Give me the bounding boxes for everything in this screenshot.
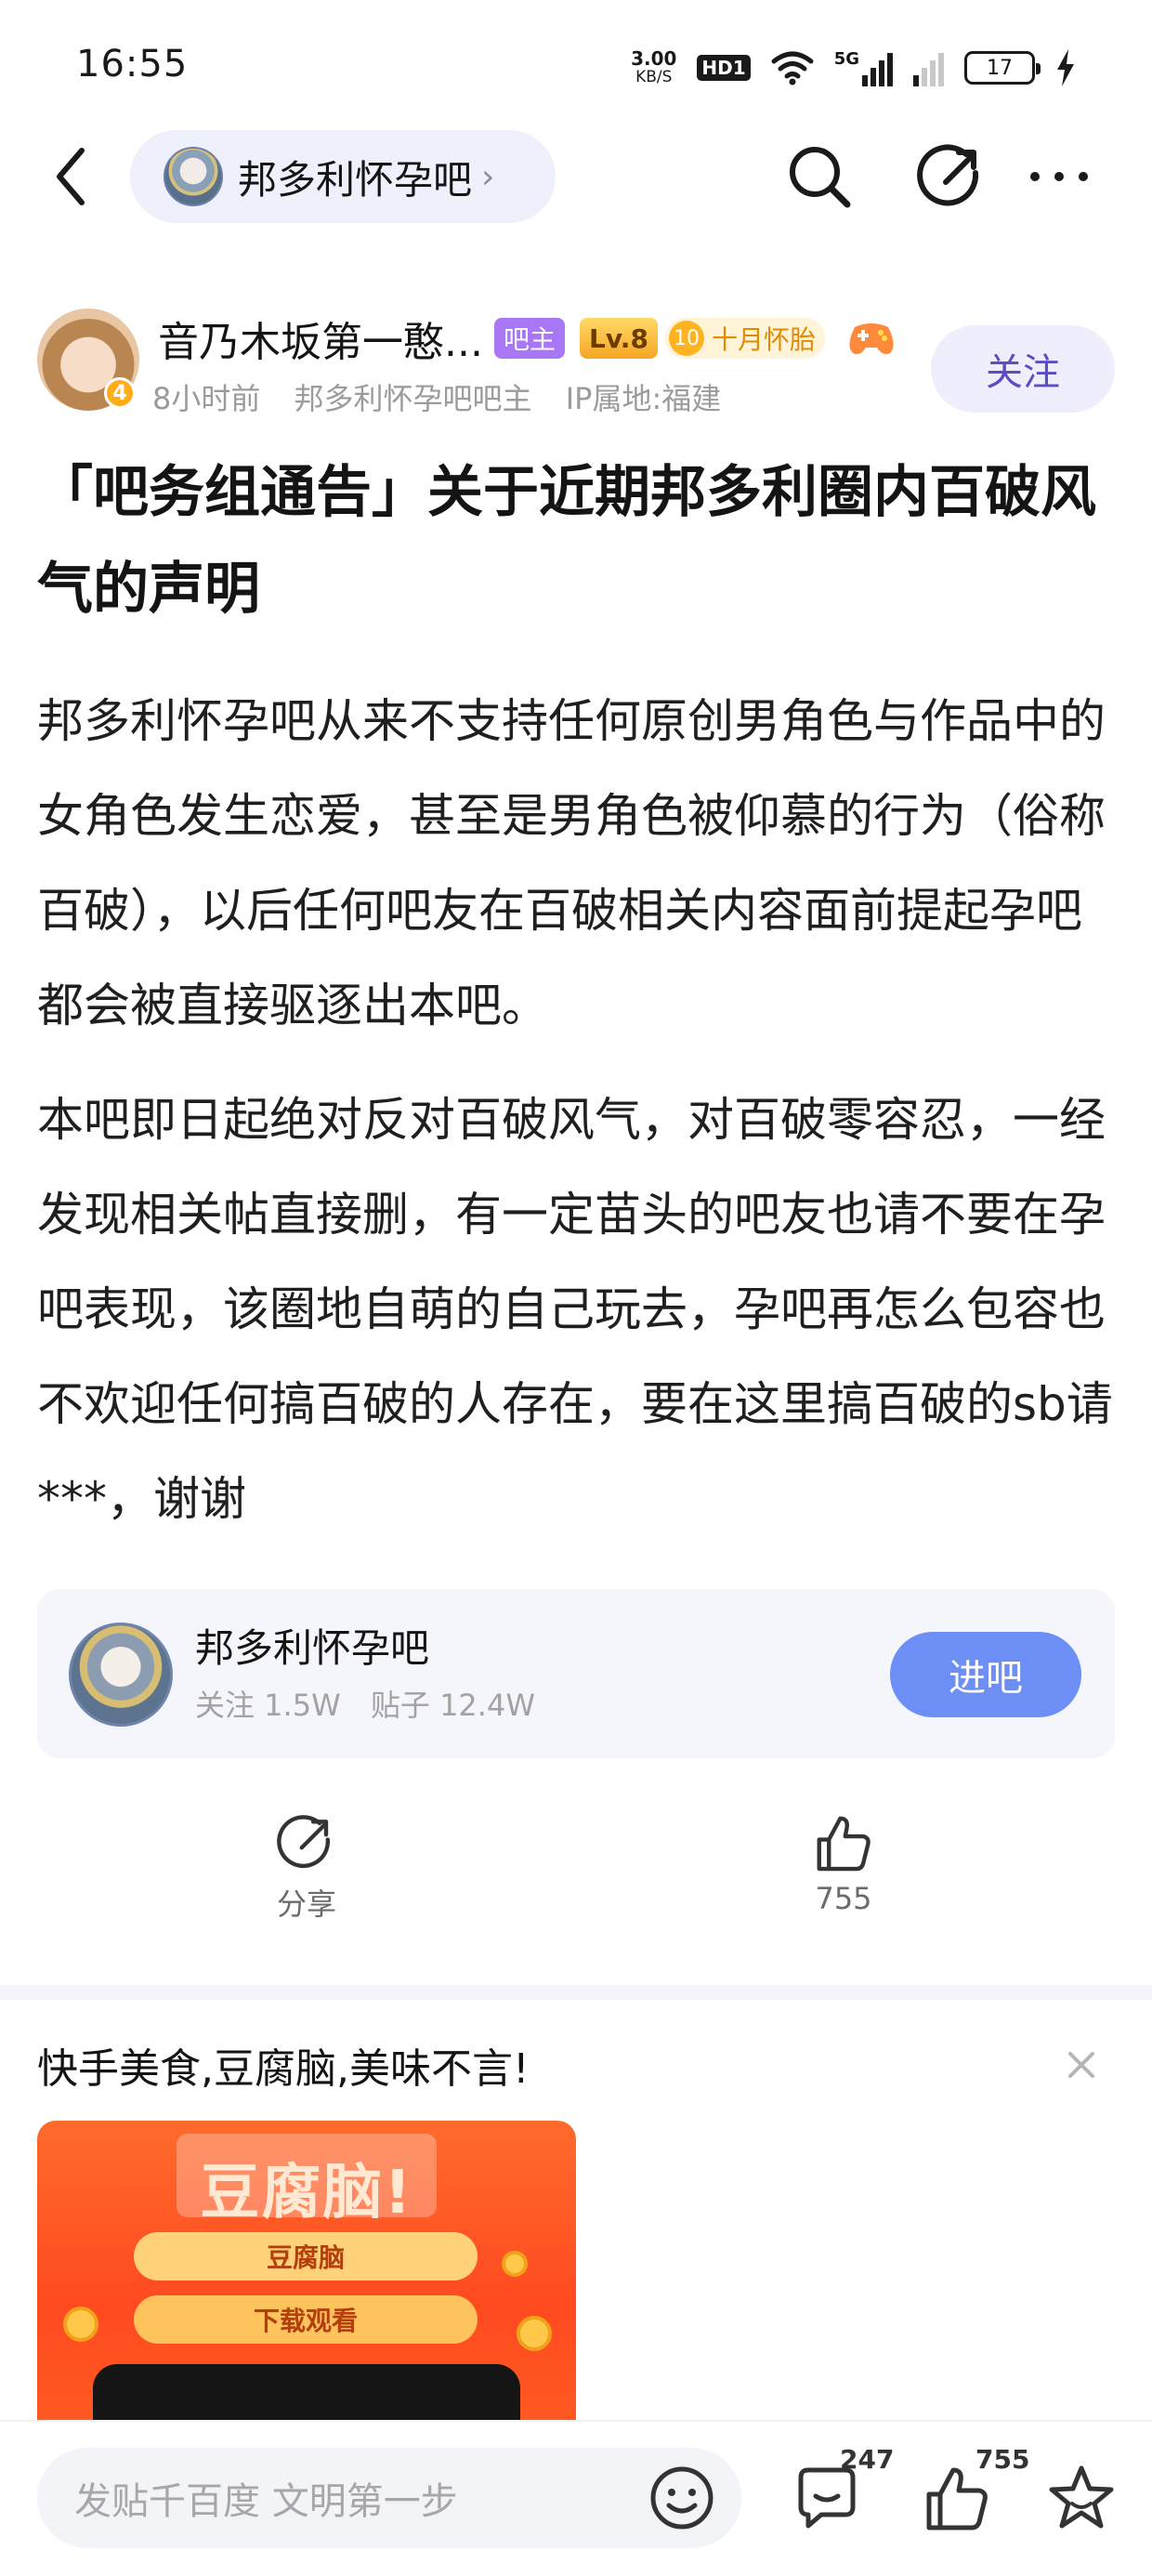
signal-weak-icon [913, 49, 944, 86]
owner-tag: 吧主 [494, 318, 566, 359]
like-action[interactable]: 755 [751, 1810, 936, 1916]
ad-download-bar: 下载观看 [134, 2295, 478, 2344]
forum-posts: 贴子 12.4W [370, 1688, 535, 1723]
forum-card-name: 邦多利怀孕吧 [195, 1625, 430, 1671]
month-badge-number: 10 [669, 321, 704, 356]
forum-avatar [164, 147, 223, 206]
back-arrow-icon[interactable] [43, 141, 102, 212]
chevron-right-icon: › [481, 157, 495, 196]
post-time: 8小时前 [152, 381, 261, 416]
bottom-bar: 发贴千百度 文明第一步 247 755 [0, 2420, 1152, 2576]
author-avatar[interactable]: 4 [37, 309, 139, 411]
more-icon[interactable] [1022, 139, 1096, 214]
ad-subtitle-bar: 豆腐脑 [134, 2232, 478, 2280]
forum-card-stats: 关注 1.5W 贴子 12.4W [195, 1682, 556, 1725]
forum-followers: 关注 1.5W [195, 1688, 341, 1723]
top-nav-bar: 邦多利怀孕吧 › [0, 121, 1152, 232]
close-icon[interactable] [1059, 2043, 1104, 2087]
enter-forum-button[interactable]: 进吧 [890, 1632, 1081, 1717]
favorite-star-icon[interactable] [1044, 2461, 1119, 2535]
status-bar: 16:55 3.00 KB/S HD1 5G 17 [0, 0, 1152, 130]
follow-button[interactable]: 关注 [931, 325, 1115, 413]
author-meta: 8小时前 邦多利怀孕吧吧主 IP属地:福建 [152, 375, 745, 418]
like-count: 755 [815, 1881, 872, 1916]
gamepad-icon [849, 323, 894, 355]
month-badge-text: 十月怀胎 [712, 324, 817, 355]
ad-title[interactable]: 快手美食,豆腐脑,美味不言! [37, 2035, 530, 2095]
signal-5g-icon: 5G [834, 49, 893, 86]
author-role: 邦多利怀孕吧吧主 [294, 381, 532, 416]
bottom-like-count: 755 [975, 2444, 1030, 2475]
net-speed: 3.00 KB/S [631, 47, 677, 86]
forum-pill-button[interactable]: 邦多利怀孕吧 › [130, 130, 556, 223]
hd-icon: HD1 [697, 55, 751, 81]
coin-icon [517, 2316, 552, 2351]
ip-location: IP属地:福建 [565, 381, 722, 416]
post-title: 「吧务组通告」关于近期邦多利圈内百破风气的声明 [37, 460, 1096, 622]
forum-card[interactable]: 邦多利怀孕吧 关注 1.5W 贴子 12.4W 进吧 [37, 1589, 1115, 1758]
month-badge: 10 十月怀胎 [665, 318, 826, 359]
search-icon[interactable] [782, 139, 857, 214]
forum-pill-name: 邦多利怀孕吧 [238, 156, 473, 203]
level-tag: Lv.8 [580, 318, 658, 359]
ad-big-text: 豆腐脑! [200, 2159, 413, 2228]
charging-icon [1057, 49, 1074, 86]
share-action[interactable]: 分享 [214, 1810, 399, 1924]
coin-icon [63, 2307, 98, 2342]
status-time: 16:55 [76, 43, 189, 85]
emoji-icon[interactable] [647, 2463, 717, 2533]
status-icons: 3.00 KB/S HD1 5G 17 [631, 45, 1076, 91]
thumbs-up-icon [817, 1816, 871, 1872]
avatar-level-badge: 4 [104, 377, 136, 409]
ad-phone-screen [93, 2364, 520, 2427]
share-icon[interactable] [914, 139, 988, 214]
wifi-icon [771, 51, 814, 85]
post-paragraph: 邦多利怀孕吧从来不支持任何原创男角色与作品中的女角色发生恋爱，甚至是男角色被仰慕… [37, 694, 1106, 1032]
author-name[interactable]: 音乃木坂第一憨... [158, 309, 483, 368]
share-label: 分享 [276, 1886, 336, 1922]
battery-icon: 17 [964, 51, 1041, 85]
coin-icon [502, 2251, 528, 2277]
section-divider [0, 1985, 1152, 2000]
forum-card-avatar [69, 1623, 173, 1727]
share-icon [277, 1815, 330, 1869]
comment-count: 247 [840, 2444, 895, 2475]
ad-image[interactable]: 豆腐脑! 豆腐脑 下载观看 [37, 2121, 576, 2427]
reply-input[interactable]: 发贴千百度 文明第一步 [37, 2448, 741, 2548]
author-row: 4 音乃木坂第一憨... 吧主 Lv.8 10 十月怀胎 8小时前 邦多利怀孕吧… [37, 309, 1115, 420]
post-paragraph: 本吧即日起绝对反对百破风气，对百破零容忍，一经发现相关帖直接删，有一定苗头的吧友… [37, 1093, 1113, 1526]
